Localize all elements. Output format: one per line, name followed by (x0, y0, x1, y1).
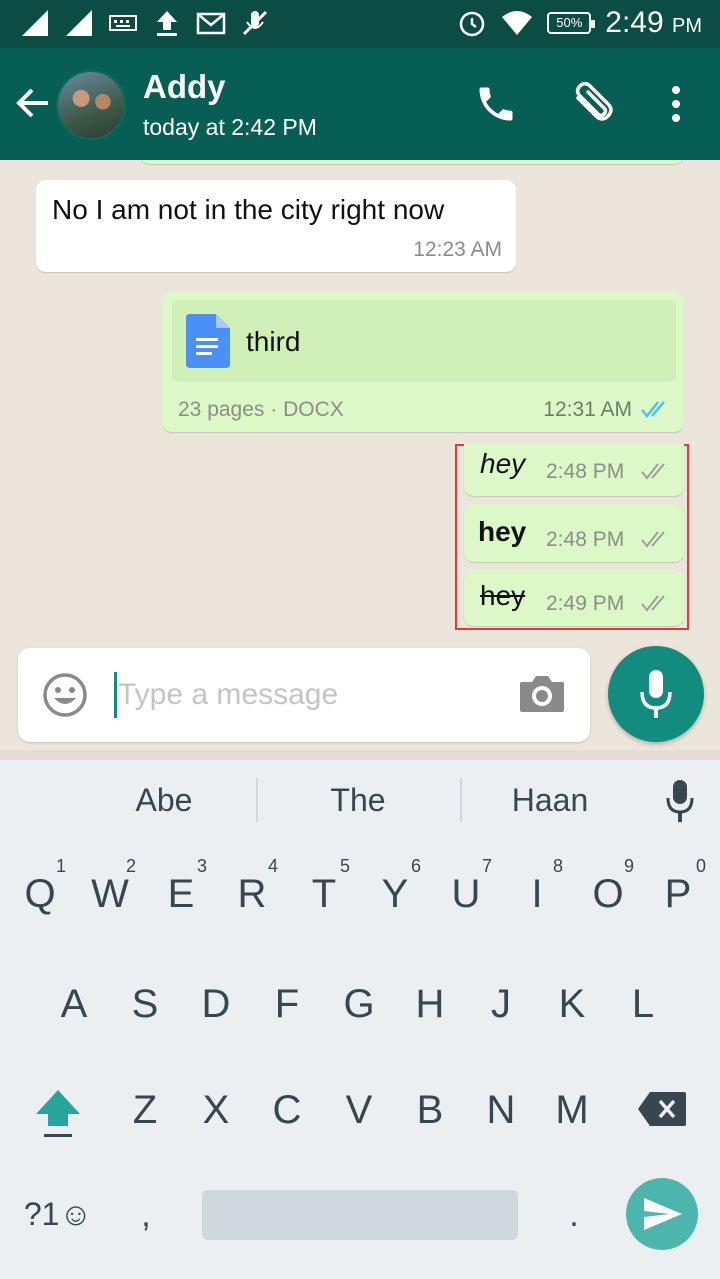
outgoing-message-strikethrough[interactable]: hey 2:49 PM (464, 570, 684, 626)
text-cursor (114, 672, 117, 718)
key-p[interactable]: P (648, 872, 708, 917)
key-k[interactable]: K (542, 982, 602, 1027)
outgoing-message-italic[interactable]: hey 2:48 PM (464, 444, 684, 496)
read-ticks-icon (641, 401, 665, 418)
keyboard-suggestion-bar: Abe The Haan (0, 760, 720, 838)
suggestion-1[interactable]: Abe (64, 782, 264, 819)
voice-call-icon[interactable] (474, 82, 518, 126)
microphone-icon (640, 670, 672, 718)
message-text: hey (480, 448, 526, 479)
spacebar[interactable] (202, 1190, 518, 1240)
comma-key[interactable]: , (116, 1196, 176, 1235)
delivered-ticks-icon (641, 595, 665, 612)
key-q[interactable]: Q (10, 872, 70, 917)
gmail-icon (196, 12, 226, 35)
key-g[interactable]: G (329, 982, 389, 1027)
delivered-ticks-icon (641, 531, 665, 548)
message-placeholder[interactable]: Type a message (118, 678, 338, 712)
key-v[interactable]: V (329, 1088, 389, 1133)
message-text: No I am not in the city right now (52, 194, 445, 225)
key-m[interactable]: M (542, 1088, 602, 1133)
key-b[interactable]: B (400, 1088, 460, 1133)
backspace-icon[interactable] (636, 1090, 688, 1128)
key-c[interactable]: C (257, 1088, 317, 1133)
back-arrow-icon[interactable] (14, 84, 52, 122)
doc-file-icon (186, 314, 230, 368)
key-w[interactable]: W (80, 872, 140, 917)
key-u[interactable]: U (436, 872, 496, 917)
message-text: hey (480, 580, 526, 611)
key-i[interactable]: I (507, 872, 567, 917)
suggestion-3[interactable]: Haan (450, 782, 650, 819)
document-preview[interactable]: third (172, 300, 676, 382)
symbols-key[interactable]: ?1☺ (16, 1196, 100, 1233)
key-e[interactable]: E (151, 872, 211, 917)
voice-record-button[interactable] (608, 646, 704, 742)
key-l[interactable]: L (613, 982, 673, 1027)
message-time: 12:23 AM (413, 238, 502, 261)
contact-avatar[interactable] (56, 70, 126, 140)
muted-mic-icon (242, 10, 268, 36)
alarm-icon (460, 11, 485, 37)
shift-icon[interactable] (32, 1086, 84, 1142)
key-x[interactable]: X (186, 1088, 246, 1133)
key-r[interactable]: R (222, 872, 282, 917)
key-t[interactable]: T (294, 872, 354, 917)
outgoing-message-bold[interactable]: hey 2:48 PM (464, 504, 684, 562)
key-n[interactable]: N (471, 1088, 531, 1133)
paperclip-icon[interactable] (568, 82, 616, 126)
more-options-icon[interactable] (664, 82, 688, 126)
suggestion-2[interactable]: The (258, 782, 458, 819)
upload-icon (157, 11, 177, 36)
period-key[interactable]: . (544, 1196, 604, 1235)
key-h[interactable]: H (400, 982, 460, 1027)
message-time: 12:31 AM (543, 398, 632, 421)
message-text: hey (478, 516, 527, 547)
key-y[interactable]: Y (365, 872, 425, 917)
message-time: 2:48 PM (546, 528, 625, 551)
document-message[interactable]: third 23 pages · DOCX 12:31 AM (162, 292, 684, 432)
key-a[interactable]: A (44, 982, 104, 1027)
send-icon (644, 1198, 682, 1230)
camera-icon[interactable] (518, 672, 566, 714)
keyboard: 1 Q 2 W 3 E 4 R 5 T 6 Y 7 U 8 I 9 O 0 P … (0, 838, 720, 1279)
incoming-message[interactable]: No I am not in the city right now 12:23 … (36, 180, 516, 272)
document-name: third (246, 326, 301, 357)
delivered-ticks-icon (641, 463, 665, 480)
voice-input-icon[interactable] (664, 778, 696, 824)
key-o[interactable]: O (578, 872, 638, 917)
keyboard-icon (109, 15, 137, 31)
contact-name[interactable]: Addy (143, 68, 226, 106)
send-key[interactable] (626, 1178, 698, 1250)
signal-2-icon (66, 10, 92, 36)
message-time: 2:48 PM (546, 460, 625, 483)
message-input-box[interactable]: Type a message (18, 648, 590, 742)
contact-last-seen: today at 2:42 PM (143, 114, 317, 140)
emoji-icon[interactable] (42, 672, 88, 718)
chat-header: Addy today at 2:42 PM (0, 48, 720, 160)
status-bar: 50% 2:49 PM (0, 0, 720, 48)
clock-time: 2:49 (605, 6, 664, 39)
battery-indicator: 50% (547, 12, 596, 34)
wifi-icon (502, 11, 533, 35)
message-time: 2:49 PM (546, 592, 625, 615)
key-d[interactable]: D (186, 982, 246, 1027)
previous-message-bubble (140, 160, 684, 164)
signal-icon (22, 10, 48, 36)
document-info: 23 pages · DOCX (178, 398, 344, 421)
key-s[interactable]: S (115, 982, 175, 1027)
key-z[interactable]: Z (115, 1088, 175, 1133)
clock-ampm: PM (672, 15, 702, 37)
key-f[interactable]: F (257, 982, 317, 1027)
key-j[interactable]: J (471, 982, 531, 1027)
